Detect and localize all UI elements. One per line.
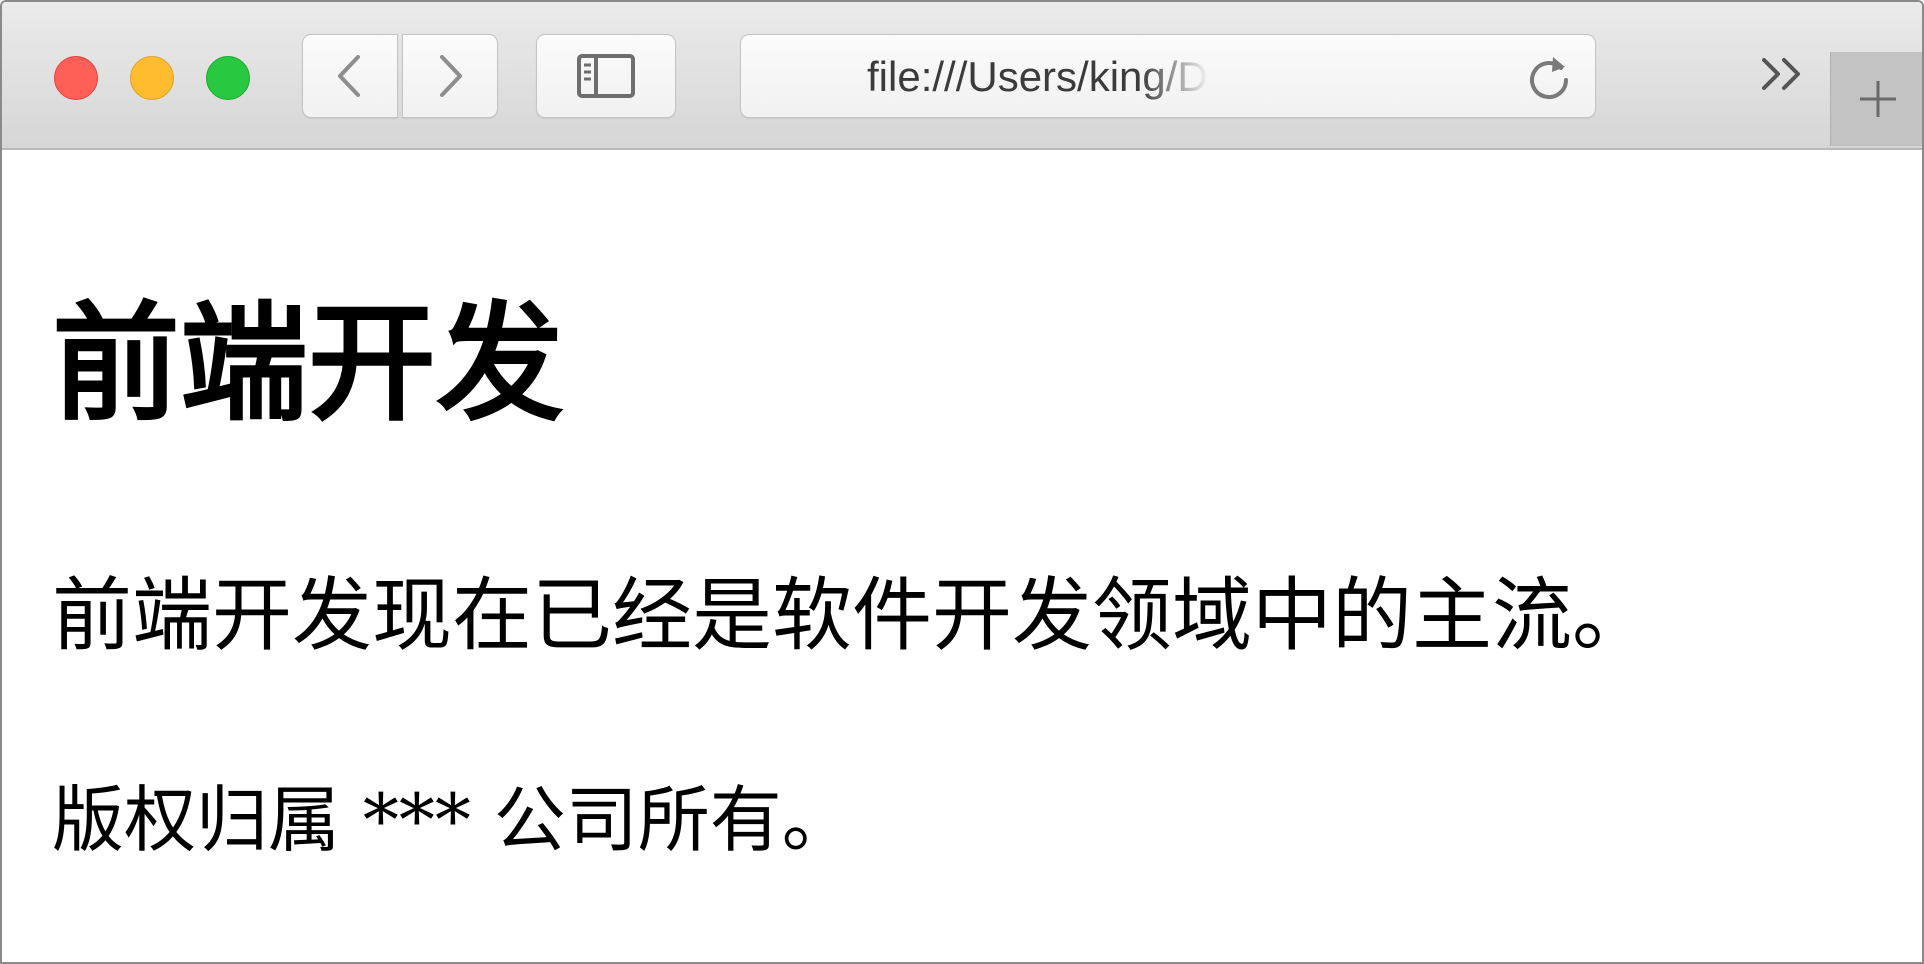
plus-icon [1860, 81, 1896, 117]
reload-icon[interactable] [1525, 53, 1573, 101]
minimize-window-button[interactable] [130, 56, 174, 100]
new-tab-button[interactable] [1830, 52, 1922, 146]
url-text[interactable]: file:///Users/king/Downloads [867, 53, 1209, 101]
browser-window: file:///Users/king/Downloads 前端开发 前端开发现在… [0, 0, 1924, 964]
forward-button[interactable] [402, 34, 498, 118]
back-button[interactable] [302, 34, 398, 118]
sidebar-toggle-button[interactable] [536, 34, 676, 118]
page-paragraph: 前端开发现在已经是软件开发领域中的主流。 [52, 569, 1652, 662]
chevron-right-icon [440, 55, 462, 97]
double-chevron-right-icon[interactable] [1756, 48, 1808, 100]
address-bar[interactable]: file:///Users/king/Downloads [740, 34, 1596, 118]
close-window-button[interactable] [54, 56, 98, 100]
chevron-left-icon [338, 55, 360, 97]
browser-toolbar: file:///Users/king/Downloads [2, 2, 1922, 150]
page-content: 前端开发 前端开发现在已经是软件开发领域中的主流。 版权归属 *** 公司所有。 [2, 150, 1922, 962]
copyright-text: 版权归属 *** 公司所有。 [52, 778, 854, 862]
sidebar-icon [577, 54, 635, 98]
maximize-window-button[interactable] [206, 56, 250, 100]
page-heading: 前端开发 [52, 289, 565, 439]
